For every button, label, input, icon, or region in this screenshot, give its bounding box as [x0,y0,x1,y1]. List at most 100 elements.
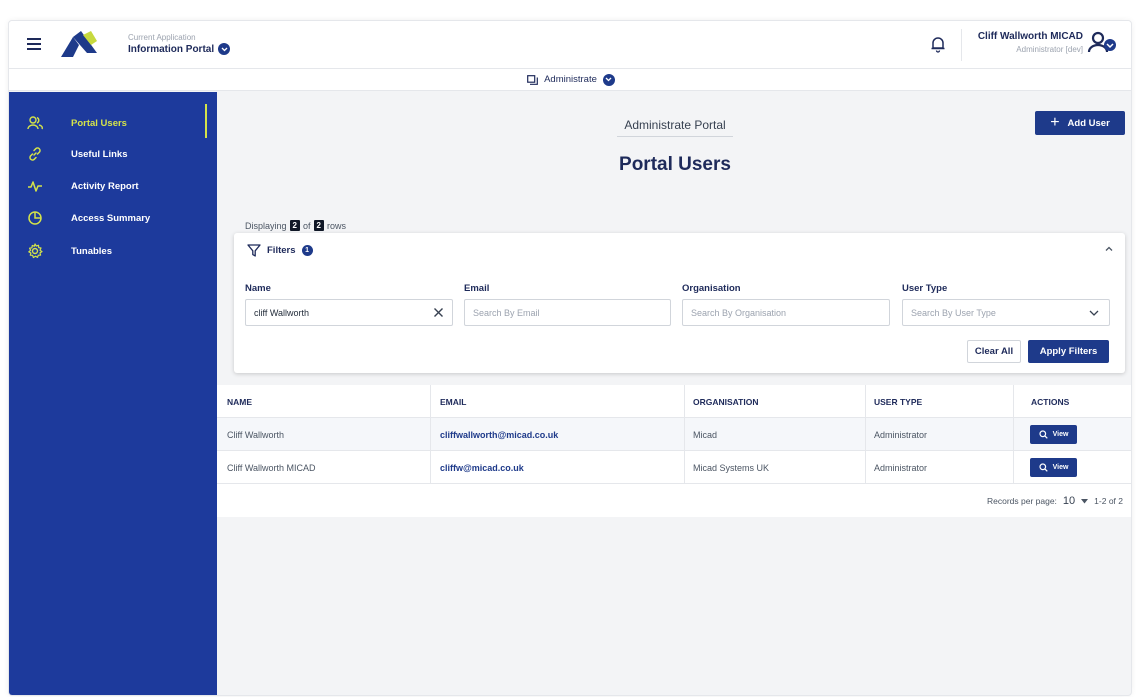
app-logo [61,31,97,57]
user-info: Cliff Wallworth MICAD Administrator [dev… [978,31,1083,54]
pagination: Records per page: 10 1-2 of 2 [987,495,1123,507]
column-divider [430,451,431,484]
view-label: View [1052,464,1069,471]
sidebar-item-label: Useful Links [71,148,128,160]
filters-toggle[interactable]: Filters 1 [247,244,313,257]
filters-count-badge: 1 [301,245,313,256]
search-icon [1038,430,1048,439]
sidebar-item-access-summary[interactable]: Access Summary [9,205,217,231]
top-header: Current Application Information Portal C… [9,21,1131,69]
copy-icon [527,74,538,85]
cell-organisation: Micad [693,430,718,440]
gear-icon [28,243,43,259]
administrate-dropdown[interactable]: Administrate [527,73,615,86]
cell-email-link[interactable]: cliffwallworth@micad.co.uk [440,430,558,440]
search-icon [1038,463,1048,472]
cell-name: Cliff Wallworth MICAD [227,463,316,473]
column-divider [865,385,866,418]
main-content: Administrate Portal Portal Users + Add U… [217,92,1131,695]
link-icon [29,147,41,161]
column-divider [1013,451,1014,484]
name-filter-input[interactable] [254,307,452,318]
column-divider [684,418,685,451]
app-window: Current Application Information Portal C… [8,20,1132,696]
pie-chart-icon [28,211,42,225]
total-count-badge: 2 [313,220,324,231]
page-title: Portal Users [619,154,731,175]
view-label: View [1052,431,1069,438]
cell-organisation: Micad Systems UK [693,463,770,473]
administrate-label: Administrate [544,74,597,85]
hamburger-menu-icon[interactable] [27,38,41,50]
plus-icon: + [1050,114,1060,131]
activity-icon [28,181,42,192]
cell-email-link[interactable]: cliffw@micad.co.uk [440,463,524,473]
name-filter-field [245,299,453,326]
email-filter-label: Email [464,283,490,294]
add-user-label: Add User [1067,117,1110,129]
records-per-page-select[interactable]: 10 [1062,495,1089,507]
table-row[interactable]: Cliff Wallworth cliffwallworth@micad.co.… [217,418,1131,451]
sidebar-item-tunables[interactable]: Tunables [9,238,217,264]
header-divider [961,29,962,61]
name-filter-label: Name [245,283,271,294]
sidebar-item-label: Portal Users [71,117,127,129]
user-type-filter-label: User Type [902,283,948,294]
column-header-name[interactable]: NAME [227,397,252,407]
email-filter-input[interactable] [473,307,670,318]
section-title-underline [617,136,733,137]
column-divider [430,385,431,418]
caret-down-icon [1081,498,1089,503]
records-per-page-label: Records per page: [986,496,1057,506]
column-divider [865,451,866,484]
column-header-user-type[interactable]: USER TYPE [874,397,922,407]
shown-count-badge: 2 [289,220,300,231]
sidebar-item-label: Activity Report [71,180,139,192]
admin-bar: Administrate [9,69,1131,91]
chevron-down-icon [602,73,615,86]
user-type-filter-input[interactable] [911,307,1109,318]
column-divider [684,385,685,418]
app-caption: Current Application [128,33,196,42]
organisation-filter-label: Organisation [682,283,741,294]
column-header-organisation[interactable]: ORGANISATION [693,397,758,407]
close-icon[interactable] [433,307,444,318]
current-application: Current Application Information Portal [128,33,231,55]
column-divider [430,418,431,451]
sidebar-item-label: Tunables [71,245,112,257]
per-page-value: 10 [1062,495,1076,507]
column-divider [865,418,866,451]
organisation-filter-input[interactable] [691,307,889,318]
add-user-button[interactable]: + Add User [1035,111,1125,135]
user-type-select[interactable] [902,299,1110,326]
cell-user-type: Administrator [874,430,928,440]
cell-user-type: Administrator [874,463,928,473]
email-filter-field [464,299,671,326]
column-divider [1013,418,1014,451]
displaying-suffix: rows [326,220,346,231]
view-button[interactable]: View [1030,458,1077,477]
column-header-email[interactable]: EMAIL [440,397,466,407]
app-name: Information Portal [128,43,215,55]
clear-all-button[interactable]: Clear All [967,340,1021,363]
view-button[interactable]: View [1030,425,1077,444]
organisation-filter-field [682,299,890,326]
sidebar-item-label: Access Summary [71,212,151,224]
app-switcher[interactable]: Information Portal [128,43,231,55]
displaying-prefix: Displaying [245,220,287,231]
chevron-down-icon [1089,310,1099,316]
table-row[interactable]: Cliff Wallworth MICAD cliffw@micad.co.uk… [217,451,1131,484]
sidebar: Portal Users Useful Links Activity Repor… [9,92,217,695]
section-title: Administrate Portal [624,118,726,132]
apply-filters-button[interactable]: Apply Filters [1028,340,1109,363]
filters-panel: Filters 1 Name Email Organisation Us [234,233,1125,373]
user-avatar-icon[interactable] [1087,30,1117,56]
chevron-up-icon[interactable] [1103,243,1115,255]
users-icon [27,116,43,130]
filters-title: Filters [267,245,296,256]
sidebar-item-activity-report[interactable]: Activity Report [9,173,217,199]
bell-icon[interactable] [930,35,946,53]
sidebar-item-useful-links[interactable]: Useful Links [9,141,217,167]
user-name: Cliff Wallworth MICAD [977,31,1083,42]
sidebar-item-portal-users[interactable]: Portal Users [9,104,217,138]
